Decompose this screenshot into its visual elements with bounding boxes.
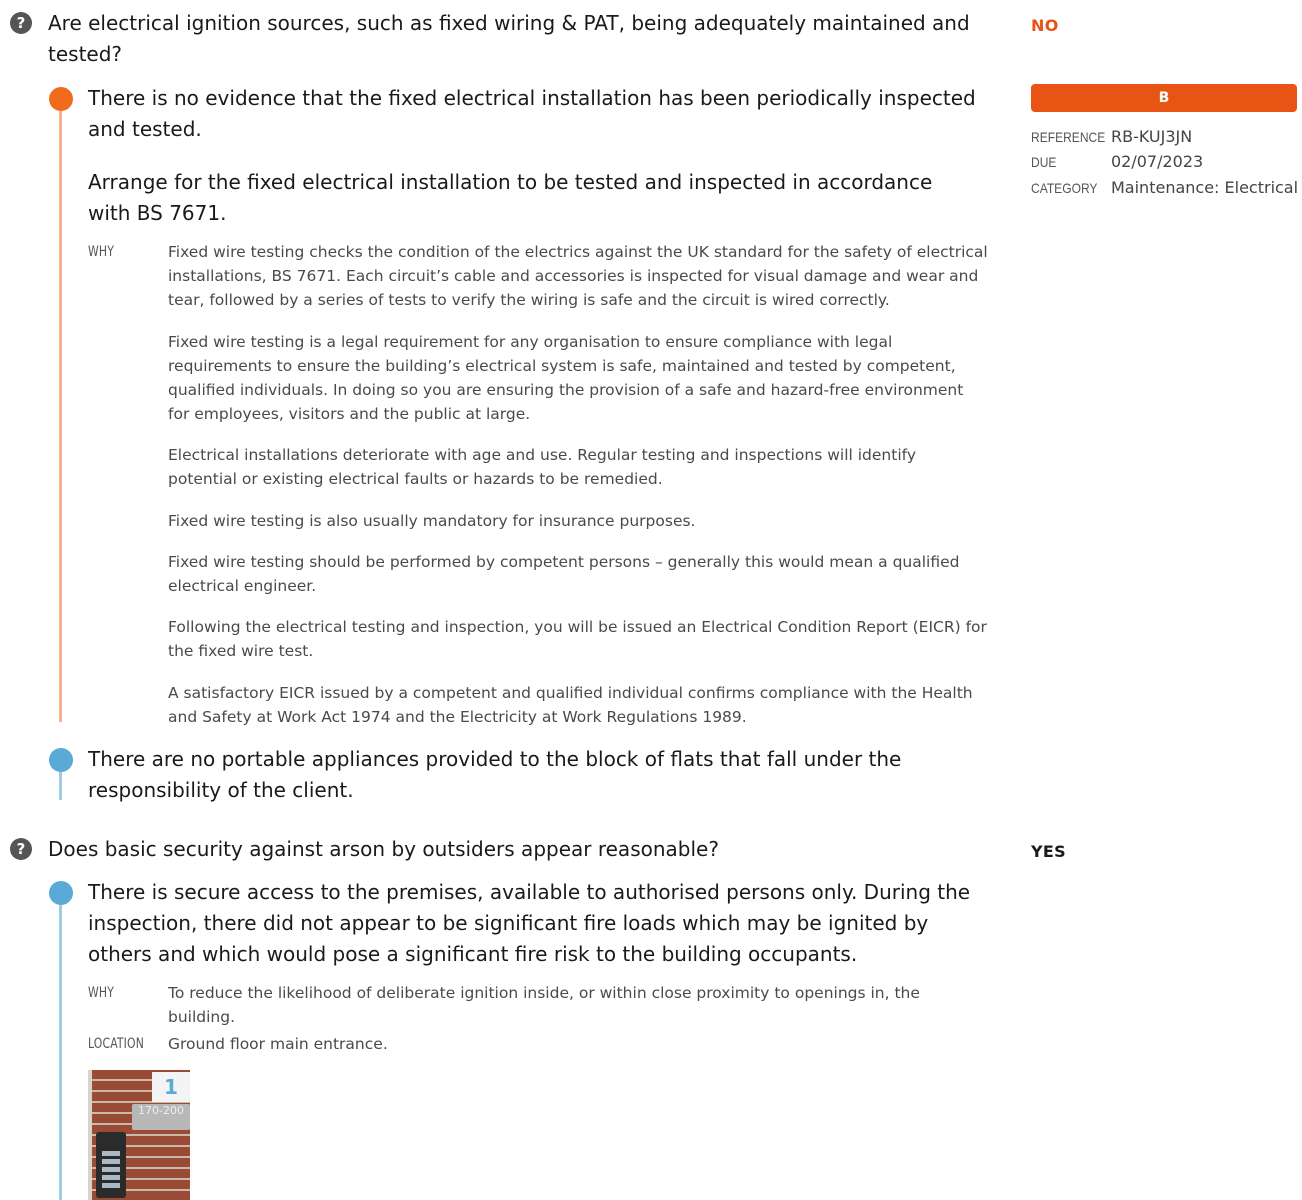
answer-badge: YES [1031, 842, 1066, 861]
question-circle-icon: ? [10, 12, 32, 34]
reference-label: REFERENCE [1031, 129, 1106, 145]
question-circle-icon: ? [10, 838, 32, 860]
question-text: Does basic security against arson by out… [48, 837, 719, 861]
finding-line [59, 111, 62, 722]
priority-badge: B [1031, 84, 1297, 112]
due-value: 02/07/2023 [1111, 152, 1204, 171]
answer-badge: NO [1031, 16, 1059, 35]
location-label: LOCATION [88, 1036, 144, 1052]
why-paragraph: Fixed wire testing should be performed b… [168, 553, 960, 595]
why-paragraph: Fixed wire testing is also usually manda… [168, 512, 696, 530]
why-paragraph: Fixed wire testing checks the condition … [168, 243, 988, 309]
why-paragraph: Electrical installations deteriorate wit… [168, 446, 916, 488]
why-label: WHY [88, 985, 115, 1001]
door-frame [88, 1070, 92, 1200]
due-label: DUE [1031, 154, 1057, 170]
finding-observation: There is no evidence that the fixed elec… [88, 86, 976, 141]
building-number-sign: 170-200 [132, 1104, 190, 1130]
reference-value: RB-KUJ3JN [1111, 127, 1193, 146]
why-paragraph: A satisfactory EICR issued by a competen… [168, 684, 973, 726]
status-dot-blue [49, 881, 73, 905]
photo-number: 1 [152, 1072, 190, 1102]
why-paragraph: Fixed wire testing is a legal requiremen… [168, 333, 964, 423]
finding-line [59, 905, 62, 1200]
finding-line [59, 772, 62, 800]
why-paragraph: To reduce the likelihood of deliberate i… [168, 984, 920, 1026]
intercom-panel [96, 1132, 126, 1198]
category-value: Maintenance: Electrical [1111, 178, 1299, 197]
question-text: Are electrical ignition sources, such as… [48, 11, 970, 66]
status-dot-blue [49, 748, 73, 772]
location-value: Ground floor main entrance. [168, 1035, 388, 1053]
status-dot-orange [49, 87, 73, 111]
category-label: CATEGORY [1031, 180, 1098, 196]
finding-observation: There is secure access to the premises, … [88, 880, 971, 966]
why-label: WHY [88, 244, 115, 260]
finding-observation: There are no portable appliances provide… [88, 747, 902, 802]
why-paragraph: Following the electrical testing and ins… [168, 618, 987, 660]
finding-action: Arrange for the fixed electrical install… [88, 170, 933, 225]
evidence-photo-thumbnail[interactable]: 170-200 1 [88, 1070, 190, 1200]
